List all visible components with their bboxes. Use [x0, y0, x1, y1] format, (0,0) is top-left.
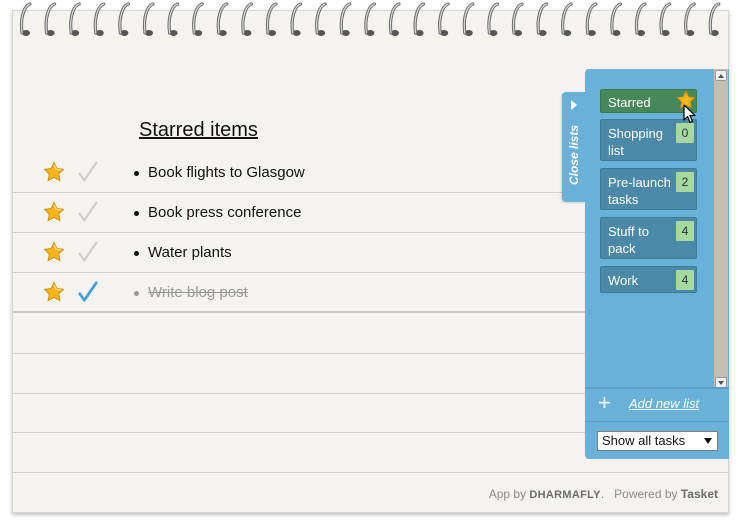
- task-row-completed[interactable]: Write blog post: [13, 273, 586, 313]
- sidebar-list-shopping[interactable]: Shopping list 0: [600, 119, 697, 161]
- sidebar-list-work[interactable]: Work 4: [600, 266, 697, 293]
- footer-powered-brand[interactable]: Tasket: [681, 487, 718, 501]
- plus-icon[interactable]: +: [598, 392, 611, 414]
- list-count-badge: 4: [676, 270, 694, 290]
- sidebar-list-stuff-to-pack[interactable]: Stuff to pack 4: [600, 217, 697, 259]
- task-text[interactable]: Water plants: [148, 244, 232, 261]
- sidebar-list-starred[interactable]: Starred: [600, 89, 697, 113]
- bullet: [134, 211, 139, 216]
- scroll-up-button[interactable]: [715, 70, 727, 81]
- footer-dot: .: [600, 487, 605, 501]
- list-title: Starred items: [139, 119, 258, 141]
- panel-scrollbar[interactable]: [713, 69, 728, 389]
- list-count-badge: 4: [676, 221, 694, 241]
- task-row[interactable]: Water plants: [13, 233, 586, 273]
- list-name: Pre-launch tasks: [608, 175, 671, 207]
- arrow-right-icon: [571, 100, 577, 110]
- bullet: [134, 291, 139, 296]
- sidebar-list-pre-launch[interactable]: Pre-launch tasks 2: [600, 168, 697, 210]
- star-icon[interactable]: [43, 281, 65, 303]
- star-icon: [676, 90, 696, 109]
- task-text[interactable]: Book flights to Glasgow: [148, 164, 305, 181]
- list-count-badge: 2: [676, 172, 694, 192]
- task-row[interactable]: Book press conference: [13, 193, 586, 233]
- chevron-down-icon: [704, 438, 712, 444]
- checkmark-done-icon[interactable]: [77, 280, 99, 304]
- bullet: [134, 171, 139, 176]
- task-row[interactable]: Book flights to Glasgow: [13, 153, 586, 193]
- footer-credits: App by DHARMAFLY. Powered by Tasket: [489, 487, 718, 501]
- close-lists-label: Close lists: [567, 124, 581, 186]
- star-icon[interactable]: [43, 241, 65, 263]
- checkmark-icon[interactable]: [77, 240, 99, 264]
- footer-powered: Powered by: [614, 487, 678, 501]
- task-text[interactable]: Write blog post: [148, 284, 248, 301]
- list-count-badge: 0: [676, 123, 694, 143]
- task-text[interactable]: Book press conference: [148, 204, 301, 221]
- add-new-list-link[interactable]: Add new list: [629, 396, 699, 411]
- panel-divider: [585, 421, 729, 422]
- ruled-line: [13, 472, 728, 473]
- footer-brand[interactable]: DHARMAFLY: [529, 489, 600, 501]
- footer-app-by: App by: [488, 487, 527, 501]
- list-name: Work: [608, 273, 639, 288]
- list-name: Stuff to pack: [608, 224, 649, 256]
- panel-divider: [585, 387, 729, 389]
- star-icon[interactable]: [43, 161, 65, 183]
- task-filter-select[interactable]: Show all tasks: [597, 431, 718, 451]
- close-lists-tab[interactable]: Close lists: [562, 92, 586, 202]
- filter-value: Show all tasks: [602, 433, 686, 448]
- checkmark-icon[interactable]: [77, 160, 99, 184]
- star-icon[interactable]: [43, 201, 65, 223]
- checkmark-icon[interactable]: [77, 200, 99, 224]
- bullet: [134, 251, 139, 256]
- list-name: Shopping list: [608, 126, 663, 158]
- list-name: Starred: [608, 95, 651, 110]
